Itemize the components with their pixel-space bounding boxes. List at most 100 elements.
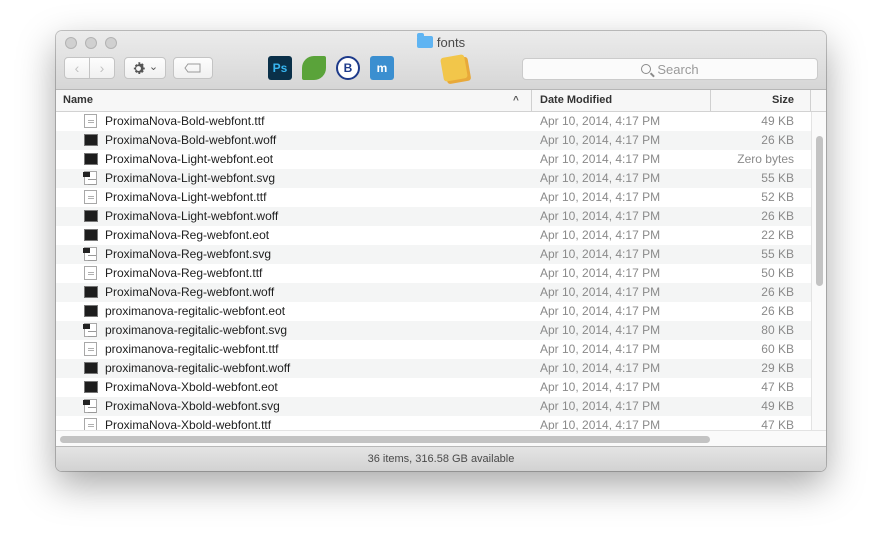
window-title-text: fonts [436, 35, 466, 50]
file-size: 49 KB [761, 114, 794, 128]
file-row[interactable]: ProximaNova-Light-webfont.woff Apr 10, 20… [56, 207, 811, 226]
file-row[interactable]: ProximaNova-Bold-webfont.woff Apr 10, 201… [56, 131, 811, 150]
file-name: ProximaNova-Reg-webfont.woff [105, 285, 275, 299]
file-name: ProximaNova-Xbold-webfont.ttf [105, 418, 272, 430]
title-bar: fonts ‹ › ⌄ Ps Bm Search [56, 31, 826, 90]
file-date: Apr 10, 2014, 4:17 PM [540, 114, 661, 128]
file-size: 22 KB [761, 228, 794, 242]
font-file-icon [84, 134, 98, 146]
file-date: Apr 10, 2014, 4:17 PM [540, 228, 661, 242]
font-file-icon [84, 381, 98, 393]
file-row[interactable]: ProximaNova-Reg-webfont.ttf Apr 10, 2014,… [56, 264, 811, 283]
file-name: ProximaNova-Light-webfont.eot [105, 152, 274, 166]
file-date: Apr 10, 2014, 4:17 PM [540, 380, 661, 394]
stickies-app-icon[interactable] [440, 54, 468, 82]
document-file-icon [84, 342, 97, 356]
writer-app-icon[interactable]: m [370, 56, 394, 80]
file-row[interactable]: ProximaNova-Bold-webfont.ttf Apr 10, 2014… [56, 112, 811, 131]
font-file-icon [84, 153, 98, 165]
tag-button[interactable] [173, 57, 213, 79]
file-date: Apr 10, 2014, 4:17 PM [540, 152, 661, 166]
chevron-down-icon: ⌄ [148, 60, 159, 73]
file-name: ProximaNova-Reg-webfont.eot [105, 228, 270, 242]
file-row[interactable]: ProximaNova-Reg-webfont.woff Apr 10, 2014… [56, 283, 811, 302]
search-icon [641, 64, 652, 74]
document-file-icon [84, 114, 97, 128]
font-file-icon [84, 286, 98, 298]
file-row[interactable]: proximanova-regitalic-webfont.woff Apr 10… [56, 359, 811, 378]
file-name: ProximaNova-Light-webfont.svg [105, 171, 276, 185]
app-icon-label: Ps [272, 61, 288, 75]
file-size: 26 KB [761, 133, 794, 147]
back-button[interactable]: ‹ [64, 57, 90, 79]
column-date-modified[interactable]: Date Modified [540, 90, 612, 111]
file-size: 26 KB [761, 304, 794, 318]
gear-icon [133, 61, 145, 74]
column-divider[interactable] [531, 90, 532, 111]
file-date: Apr 10, 2014, 4:17 PM [540, 399, 661, 413]
file-name: ProximaNova-Reg-webfont.ttf [105, 266, 263, 280]
file-row[interactable]: ProximaNova-Reg-webfont.eot Apr 10, 2014,… [56, 226, 811, 245]
folder-icon [416, 33, 433, 48]
file-row[interactable]: ProximaNova-Reg-webfont.svg Apr 10, 2014,… [56, 245, 811, 264]
file-name: ProximaNova-Xbold-webfont.eot [105, 380, 278, 394]
vertical-scroll-thumb[interactable] [816, 136, 823, 286]
file-name: ProximaNova-Reg-webfont.svg [105, 247, 272, 261]
action-button[interactable]: ⌄ [124, 57, 166, 79]
file-size: 26 KB [761, 285, 794, 299]
file-size: 29 KB [761, 361, 794, 375]
file-row[interactable]: ProximaNova-Light-webfont.eot Apr 10, 201… [56, 150, 811, 169]
column-divider[interactable] [710, 90, 711, 111]
file-size: 55 KB [761, 247, 794, 261]
document-file-icon [84, 190, 97, 204]
bbedit-app-icon[interactable]: B [336, 56, 360, 80]
file-row[interactable]: proximanova-regitalic-webfont.svg Apr 10,… [56, 321, 811, 340]
status-bar: 36 items, 316.58 GB available [56, 446, 826, 471]
file-date: Apr 10, 2014, 4:17 PM [540, 323, 661, 337]
file-date: Apr 10, 2014, 4:17 PM [540, 247, 661, 261]
file-name: proximanova-regitalic-webfont.woff [105, 361, 291, 375]
file-size: 52 KB [761, 190, 794, 204]
horizontal-scroll-thumb[interactable] [60, 436, 710, 443]
column-header: Name ^ Date Modified Size [56, 90, 826, 112]
sort-ascending-icon[interactable]: ^ [513, 90, 519, 111]
finder-window: fonts ‹ › ⌄ Ps Bm Search Name ^ Date Modi… [56, 31, 826, 471]
file-size: 47 KB [761, 418, 794, 430]
file-row[interactable]: ProximaNova-Xbold-webfont.svg Apr 10, 201… [56, 397, 811, 416]
vertical-scrollbar[interactable] [811, 112, 826, 430]
file-row[interactable]: proximanova-regitalic-webfont.eot Apr 10,… [56, 302, 811, 321]
file-date: Apr 10, 2014, 4:17 PM [540, 266, 661, 280]
search-field[interactable]: Search [522, 58, 818, 80]
file-size: 47 KB [761, 380, 794, 394]
document-file-icon [84, 266, 97, 280]
app-icon-label: m [376, 61, 388, 75]
file-size: 26 KB [761, 209, 794, 223]
app-icon-label: B [343, 61, 353, 75]
leaf-app-icon[interactable] [302, 56, 326, 80]
file-name: proximanova-regitalic-webfont.eot [105, 304, 286, 318]
search-placeholder: Search [657, 61, 699, 77]
file-date: Apr 10, 2014, 4:17 PM [540, 418, 661, 430]
file-row[interactable]: ProximaNova-Xbold-webfont.eot Apr 10, 201… [56, 378, 811, 397]
file-date: Apr 10, 2014, 4:17 PM [540, 171, 661, 185]
file-name: proximanova-regitalic-webfont.svg [105, 323, 288, 337]
column-divider[interactable] [810, 90, 811, 111]
file-row[interactable]: ProximaNova-Light-webfont.svg Apr 10, 201… [56, 169, 811, 188]
file-name: ProximaNova-Light-webfont.ttf [105, 190, 267, 204]
file-date: Apr 10, 2014, 4:17 PM [540, 361, 661, 375]
file-date: Apr 10, 2014, 4:17 PM [540, 209, 661, 223]
file-date: Apr 10, 2014, 4:17 PM [540, 190, 661, 204]
file-row[interactable]: ProximaNova-Xbold-webfont.ttf Apr 10, 201… [56, 416, 811, 430]
file-size: 60 KB [761, 342, 794, 356]
svg-file-icon [83, 399, 97, 413]
forward-button[interactable]: › [89, 57, 115, 79]
horizontal-scrollbar[interactable] [56, 430, 826, 446]
file-date: Apr 10, 2014, 4:17 PM [540, 285, 661, 299]
file-row[interactable]: proximanova-regitalic-webfont.ttf Apr 10,… [56, 340, 811, 359]
column-size[interactable]: Size [772, 90, 794, 111]
photoshop-app-icon[interactable]: Ps [268, 56, 292, 80]
file-row[interactable]: ProximaNova-Light-webfont.ttf Apr 10, 201… [56, 188, 811, 207]
column-name[interactable]: Name [63, 90, 93, 111]
file-name: ProximaNova-Bold-webfont.woff [105, 133, 277, 147]
file-size: 49 KB [761, 399, 794, 413]
